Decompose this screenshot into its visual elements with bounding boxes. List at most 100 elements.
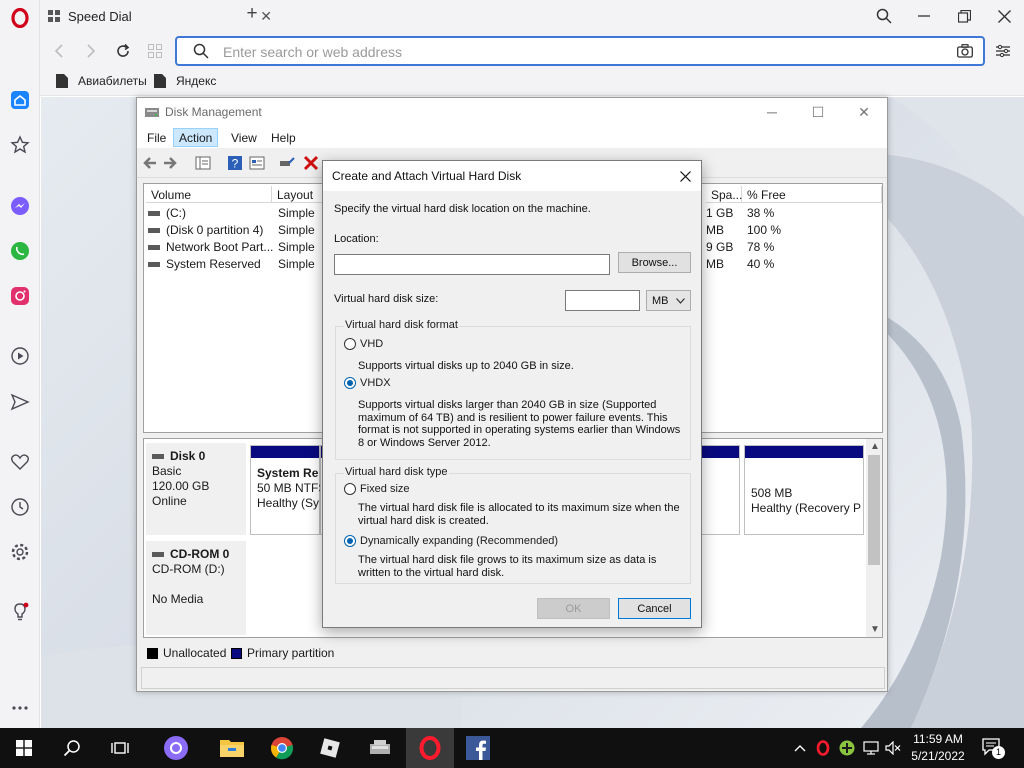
address-input[interactable] <box>223 43 923 61</box>
address-field[interactable] <box>175 36 985 66</box>
radio-dynamically-expanding[interactable]: Dynamically expanding (Recommended) <box>344 535 558 547</box>
bookmark-item-avia[interactable]: Авиабилеты <box>56 74 147 88</box>
notification-center-icon[interactable]: 1 <box>980 736 1006 760</box>
help-icon[interactable]: ? <box>227 155 243 171</box>
home-icon[interactable] <box>8 88 32 112</box>
forward-arrow-icon[interactable] <box>163 155 179 171</box>
scroll-thumb[interactable] <box>868 455 880 565</box>
reload-icon[interactable] <box>112 40 134 62</box>
chrome-icon[interactable] <box>258 728 306 768</box>
console-tree-icon[interactable] <box>195 155 211 171</box>
address-bar <box>40 32 1024 70</box>
tab-title: Speed Dial <box>68 8 132 24</box>
ok-button[interactable]: OK <box>537 598 610 619</box>
volume-muted-icon[interactable] <box>883 738 903 758</box>
file-explorer-icon[interactable] <box>208 728 256 768</box>
task-view-icon[interactable] <box>96 728 144 768</box>
instagram-icon[interactable] <box>8 284 32 308</box>
cdrom-0-label[interactable]: CD-ROM 0 CD-ROM (D:) No Media <box>146 541 246 635</box>
delete-icon[interactable] <box>303 155 319 171</box>
easy-setup-icon[interactable] <box>992 40 1014 62</box>
bookmark-label: Яндекс <box>176 74 217 88</box>
roblox-icon[interactable] <box>306 728 354 768</box>
restore-icon[interactable] <box>944 2 984 30</box>
partition-recovery[interactable]: 508 MB Healthy (Recovery P <box>744 445 864 535</box>
opera-logo-icon[interactable] <box>8 6 32 30</box>
menu-view[interactable]: View <box>225 128 263 147</box>
browse-button[interactable]: Browse... <box>618 252 691 273</box>
dm-minimize-icon[interactable]: ─ <box>749 98 795 126</box>
back-arrow-icon[interactable] <box>141 155 157 171</box>
close-window-icon[interactable] <box>984 2 1024 30</box>
forward-icon[interactable] <box>80 40 102 62</box>
size-unit-select[interactable]: MB <box>646 290 691 311</box>
back-icon[interactable] <box>48 40 70 62</box>
start-icon[interactable] <box>0 728 48 768</box>
new-tab-button[interactable]: + <box>242 4 262 26</box>
system-clock[interactable]: 11:59 AM 5/21/2022 <box>904 731 972 765</box>
lightbulb-icon[interactable] <box>8 600 32 624</box>
dialog-close-icon[interactable] <box>669 161 701 191</box>
minimize-icon[interactable] <box>904 2 944 30</box>
connect-icon[interactable] <box>279 155 295 171</box>
messenger-icon[interactable] <box>8 194 32 218</box>
volume-layout: Simple <box>278 240 315 254</box>
partition-size: 50 MB NTFS <box>257 481 327 495</box>
bookmark-item-yandex[interactable]: Яндекс <box>154 74 216 88</box>
partition-status: Healthy (Recovery P <box>751 501 862 515</box>
vertical-scrollbar[interactable]: ▲ ▼ <box>866 439 882 637</box>
facebook-icon[interactable] <box>454 728 502 768</box>
dm-close-icon[interactable]: ✕ <box>841 98 887 126</box>
player-icon[interactable] <box>8 344 32 368</box>
show-hidden-icons-icon[interactable] <box>790 738 810 758</box>
send-icon[interactable] <box>8 390 32 414</box>
menu-action[interactable]: Action <box>173 128 219 147</box>
partition-name: System Re <box>257 466 319 480</box>
scroll-down-icon[interactable]: ▼ <box>870 624 880 635</box>
search-icon[interactable] <box>48 728 96 768</box>
search-tabs-icon[interactable] <box>864 2 904 30</box>
partition-system-reserved[interactable]: System Re 50 MB NTFS Healthy (Sy <box>250 445 326 535</box>
dm-title: Disk Management <box>165 105 262 119</box>
volume-space: 9 GB <box>706 240 734 254</box>
dm-title-bar: Disk Management ─ ☐ ✕ <box>137 98 887 126</box>
notification-count-badge: 1 <box>992 746 1005 759</box>
location-input[interactable] <box>334 254 610 275</box>
dm-maximize-icon[interactable]: ☐ <box>795 98 841 126</box>
update-tray-icon[interactable] <box>837 738 857 758</box>
radio-vhd[interactable]: VHD <box>344 338 383 350</box>
scroll-up-icon[interactable]: ▲ <box>870 441 880 452</box>
disk-tool-icon[interactable] <box>356 728 404 768</box>
radio-label: VHD <box>360 338 384 350</box>
close-tab-icon[interactable]: ✕ <box>260 8 272 25</box>
column-header-free[interactable]: % Free <box>742 186 882 203</box>
fixed-size-description: The virtual hard disk file is allocated … <box>358 502 680 527</box>
drive-icon <box>148 245 160 251</box>
disk-0-label[interactable]: Disk 0 Basic 120.00 GB Online <box>146 443 246 535</box>
more-dots-icon[interactable] <box>8 696 32 720</box>
radio-vhdx[interactable]: VHDX <box>344 377 391 389</box>
volume-free: 40 % <box>747 257 775 271</box>
radio-fixed-size[interactable]: Fixed size <box>344 483 410 495</box>
column-header-volume[interactable]: Volume <box>146 186 272 203</box>
bookmark-star-icon[interactable] <box>8 133 32 157</box>
opera-icon[interactable] <box>406 728 454 768</box>
search-icon <box>193 43 209 59</box>
menu-help[interactable]: Help <box>265 128 302 147</box>
menu-file[interactable]: File <box>141 128 172 147</box>
heart-icon[interactable] <box>8 450 32 474</box>
tabs-grid-icon[interactable] <box>144 40 166 62</box>
camera-icon[interactable] <box>957 44 973 58</box>
history-clock-icon[interactable] <box>8 495 32 519</box>
size-input[interactable] <box>565 290 640 311</box>
whatsapp-icon[interactable] <box>8 239 32 263</box>
cancel-button[interactable]: Cancel <box>618 598 691 619</box>
bookmarks-bar: Авиабилеты Яндекс <box>40 70 1024 96</box>
settings-gear-icon[interactable] <box>8 540 32 564</box>
cortana-icon[interactable] <box>152 728 200 768</box>
radio-label: VHDX <box>360 377 391 389</box>
properties-icon[interactable] <box>249 155 265 171</box>
column-header-space[interactable]: Spa... <box>706 186 742 203</box>
network-icon[interactable] <box>861 738 881 758</box>
opera-tray-icon[interactable] <box>813 738 833 758</box>
